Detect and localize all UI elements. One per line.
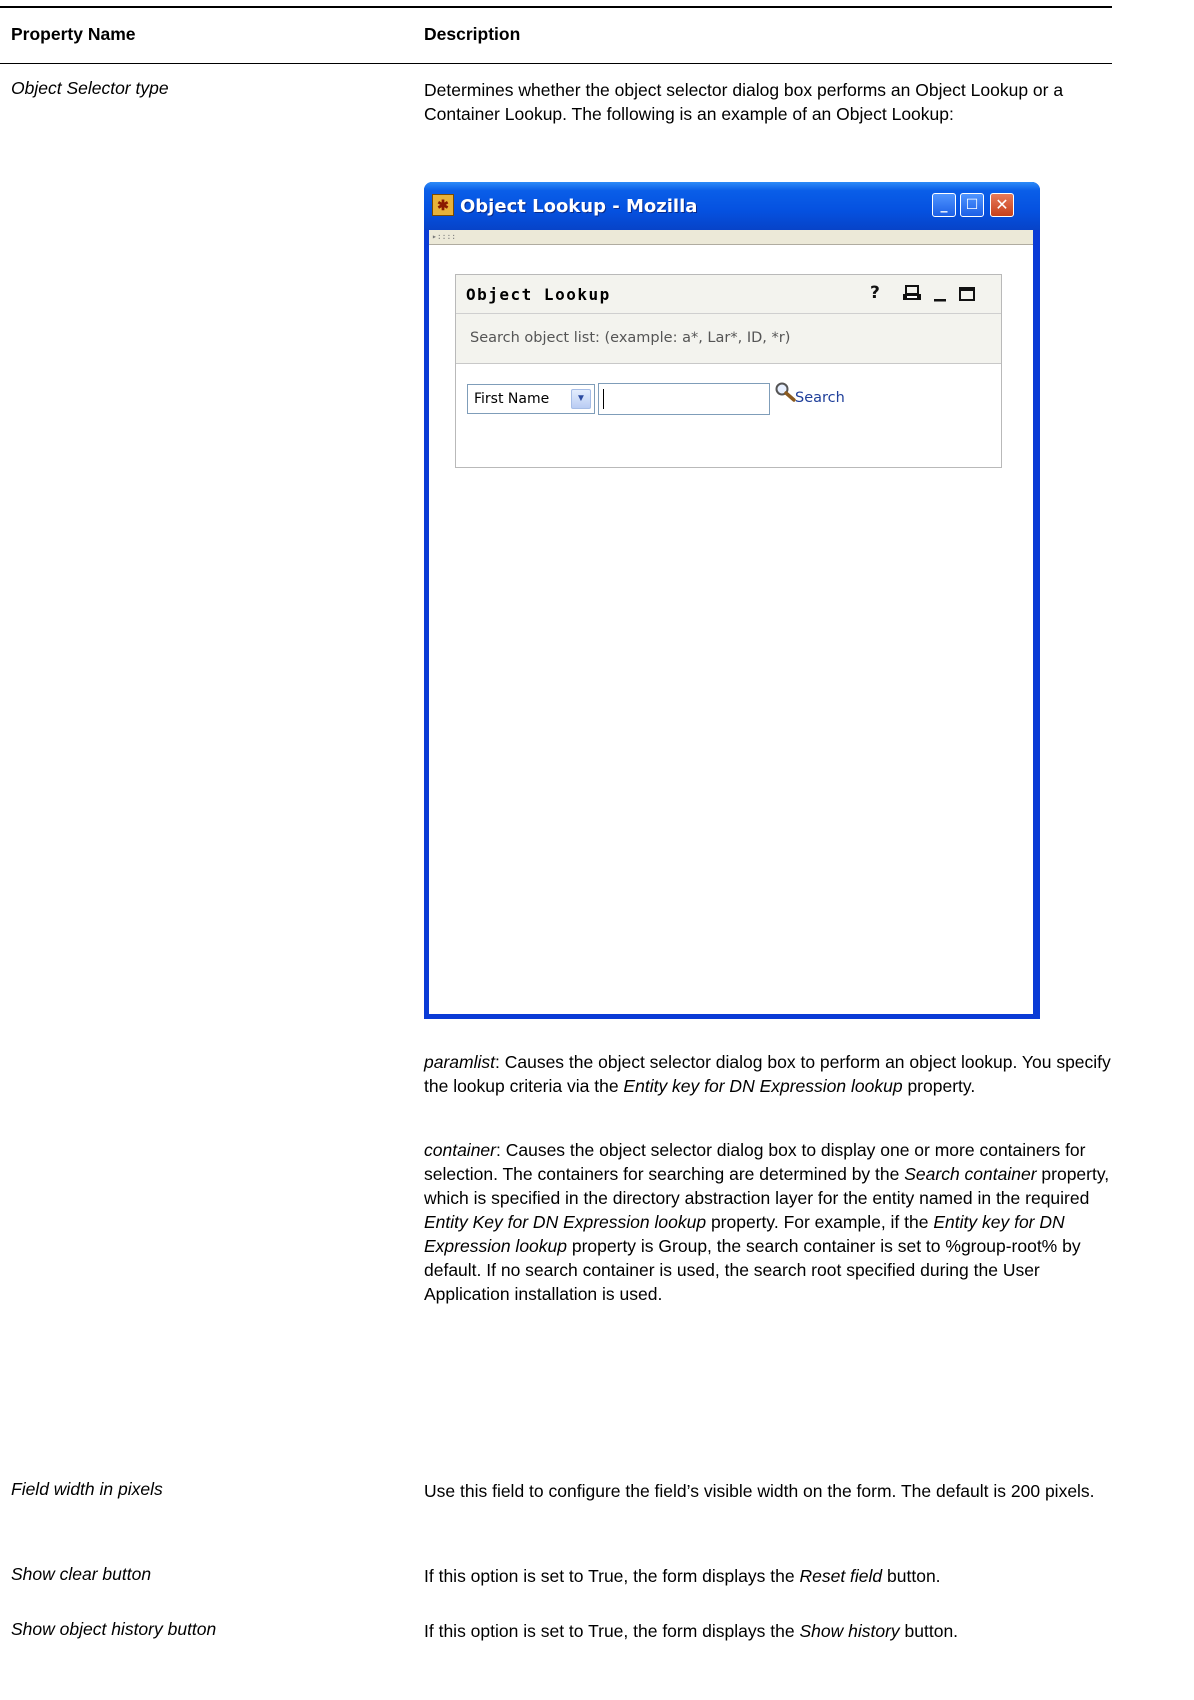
maximize-icon[interactable] xyxy=(958,285,976,303)
text-caret xyxy=(603,389,604,409)
property-field-width: Field width in pixels xyxy=(11,1479,163,1499)
property-show-object-history: Show object history button xyxy=(11,1619,217,1639)
toolbar-grip-icon[interactable]: ▸:::: xyxy=(432,230,456,244)
paramlist-text-b: property. xyxy=(902,1076,976,1096)
minimize-icon[interactable] xyxy=(932,285,948,303)
print-icon[interactable] xyxy=(902,285,922,303)
history-text-a: If this option is set to True, the form … xyxy=(424,1621,800,1641)
header-property-name: Property Name xyxy=(11,24,136,44)
portlet-hint-area: Search object list: (example: a*, Lar*, … xyxy=(456,314,1001,364)
paramlist-ref: Entity key for DN Expression lookup xyxy=(623,1076,903,1096)
property-object-selector-type: Object Selector type xyxy=(11,78,169,98)
portlet-header: Object Lookup ? xyxy=(456,275,1001,314)
container-text-c: property. For example, if the xyxy=(706,1212,934,1232)
paramlist-term: paramlist xyxy=(424,1052,495,1072)
object-lookup-window-screenshot: ✱ Object Lookup - Mozilla _ ☐ ✕ ▸:::: Ob… xyxy=(424,182,1040,1019)
table-top-rule xyxy=(0,6,1112,8)
history-ref: Show history xyxy=(799,1621,900,1641)
mozilla-app-icon: ✱ xyxy=(432,194,454,216)
portlet-title: Object Lookup xyxy=(466,285,611,304)
search-link[interactable]: Search xyxy=(795,390,845,406)
window-maximize-button[interactable]: ☐ xyxy=(960,193,984,217)
window-close-button[interactable]: ✕ xyxy=(990,193,1014,217)
window-title: Object Lookup - Mozilla xyxy=(460,196,698,217)
clear-text-b: button. xyxy=(882,1566,941,1586)
clear-text-a: If this option is set to True, the form … xyxy=(424,1566,800,1586)
window-titlebar: ✱ Object Lookup - Mozilla _ ☐ ✕ xyxy=(424,182,1040,230)
description-object-selector-type: Determines whether the object selector d… xyxy=(424,80,1064,124)
container-ref-entity-key: Entity Key for DN Expression lookup xyxy=(424,1212,707,1232)
attribute-select[interactable]: First Name ▼ xyxy=(467,384,595,414)
window-content: ▸:::: Object Lookup ? Search object list… xyxy=(429,230,1033,1014)
paramlist-description: paramlist: Causes the object selector di… xyxy=(424,1050,1114,1098)
chevron-down-icon[interactable]: ▼ xyxy=(571,389,591,409)
container-description: container: Causes the object selector di… xyxy=(424,1138,1114,1306)
window-minimize-button[interactable]: _ xyxy=(932,193,956,217)
container-term: container xyxy=(424,1140,496,1160)
magnifier-icon[interactable] xyxy=(774,381,796,403)
description-show-clear-button: If this option is set to True, the form … xyxy=(424,1564,1114,1588)
header-rule xyxy=(0,63,1112,64)
container-ref-search-container: Search container xyxy=(904,1164,1037,1184)
clear-ref: Reset field xyxy=(799,1566,883,1586)
help-icon[interactable]: ? xyxy=(870,283,880,303)
property-show-clear-button: Show clear button xyxy=(11,1564,152,1584)
description-show-object-history: If this option is set to True, the form … xyxy=(424,1619,1114,1643)
description-field-width: Use this field to configure the field’s … xyxy=(424,1481,1095,1501)
object-lookup-portlet: Object Lookup ? Search object list: (exa… xyxy=(455,274,1002,468)
search-hint: Search object list: (example: a*, Lar*, … xyxy=(470,330,791,346)
window-toolbar: ▸:::: xyxy=(429,230,1033,245)
attribute-select-value: First Name xyxy=(474,391,550,407)
history-text-b: button. xyxy=(899,1621,959,1641)
header-description: Description xyxy=(424,24,521,44)
search-input[interactable] xyxy=(598,383,770,415)
